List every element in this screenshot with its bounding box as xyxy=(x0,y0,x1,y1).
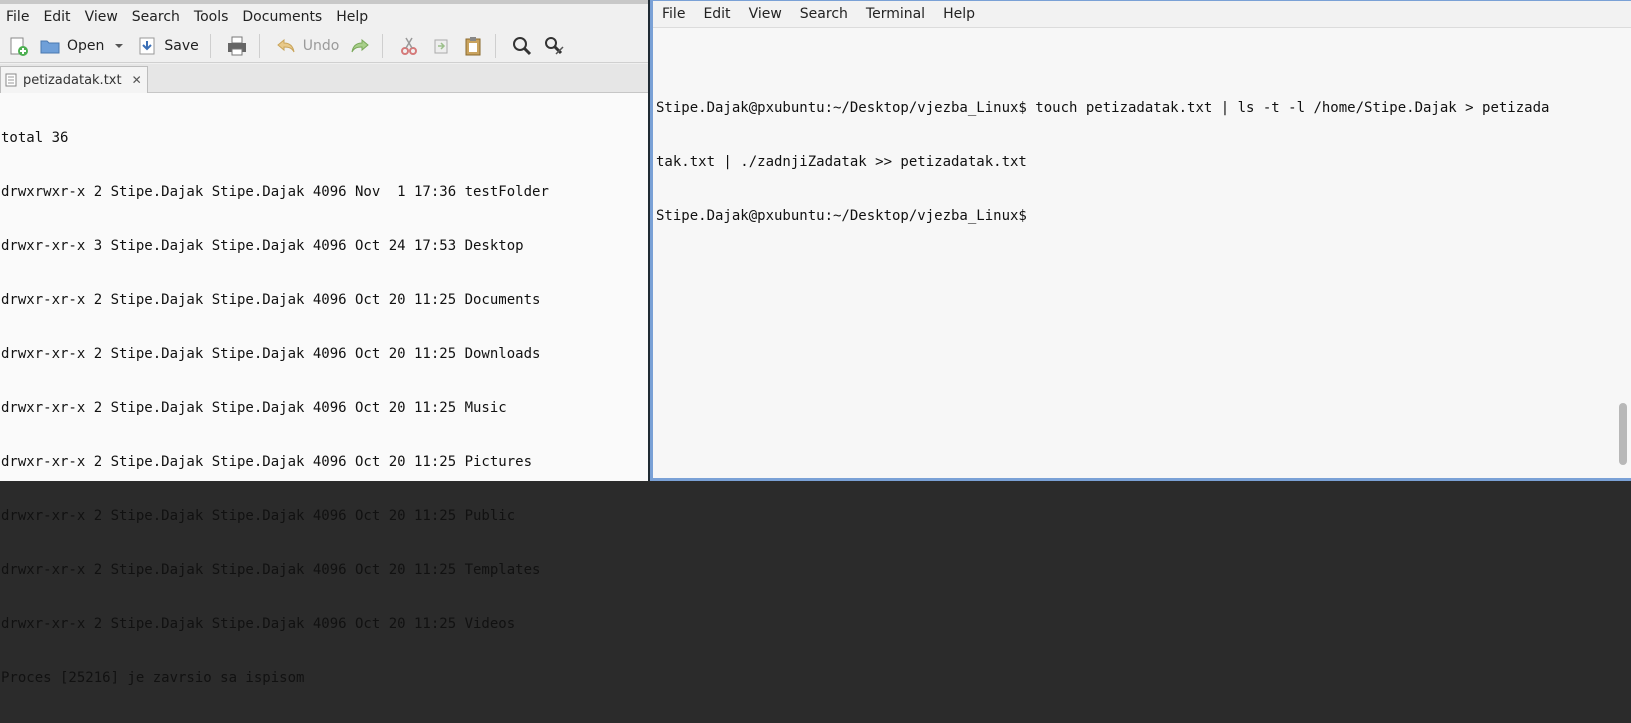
find-button[interactable] xyxy=(508,32,536,60)
terminal-menu-search[interactable]: Search xyxy=(791,6,857,22)
terminal-output[interactable]: Stipe.Dajak@pxubuntu:~/Desktop/vjezba_Li… xyxy=(656,63,1616,261)
editor-menubar: File Edit View Search Tools Documents He… xyxy=(0,4,648,30)
printer-icon xyxy=(227,36,246,56)
redo-button[interactable] xyxy=(346,32,374,60)
save-download-icon xyxy=(139,37,155,55)
terminal-line: Stipe.Dajak@pxubuntu:~/Desktop/vjezba_Li… xyxy=(656,100,1550,116)
editor-menu-documents[interactable]: Documents xyxy=(236,9,330,25)
clipboard-paste-icon xyxy=(465,37,481,56)
undo-label: Undo xyxy=(302,38,340,54)
text-line: total 36 xyxy=(1,130,69,146)
find-replace-button[interactable] xyxy=(540,32,568,60)
text-file-icon xyxy=(5,73,17,87)
toolbar-separator xyxy=(258,34,260,58)
editor-menu-edit[interactable]: Edit xyxy=(37,9,78,25)
editor-menu-view[interactable]: View xyxy=(79,9,126,25)
copy-button[interactable] xyxy=(427,32,455,60)
terminal-menubar: File Edit View Search Terminal Help xyxy=(653,1,1631,28)
search-icon xyxy=(513,37,532,56)
text-editor-window: File Edit View Search Tools Documents He… xyxy=(0,0,648,686)
scrollbar-thumb[interactable] xyxy=(1619,403,1627,465)
save-label: Save xyxy=(164,38,199,54)
editor-menu-file[interactable]: File xyxy=(0,9,37,25)
editor-menu-help[interactable]: Help xyxy=(330,9,376,25)
text-line: drwxr-xr-x 2 Stipe.Dajak Stipe.Dajak 409… xyxy=(1,400,507,416)
text-line: drwxr-xr-x 3 Stipe.Dajak Stipe.Dajak 409… xyxy=(1,238,524,254)
terminal-line: tak.txt | ./zadnjiZadatak >> petizadatak… xyxy=(656,154,1027,170)
terminal-window: File Edit View Search Terminal Help Stip… xyxy=(650,0,1631,481)
save-button[interactable]: Save xyxy=(133,32,201,60)
editor-tab-bar: petizadatak.txt ✕ xyxy=(0,64,648,93)
text-line: drwxr-xr-x 2 Stipe.Dajak Stipe.Dajak 409… xyxy=(1,454,533,470)
paste-button[interactable] xyxy=(459,32,487,60)
editor-text-area[interactable]: total 36 drwxrwxr-x 2 Stipe.Dajak Stipe.… xyxy=(0,93,648,686)
text-line: drwxr-xr-x 2 Stipe.Dajak Stipe.Dajak 409… xyxy=(1,346,541,362)
text-line: Proces [25216] je zavrsio sa ispisom xyxy=(1,670,305,686)
copy-icon xyxy=(434,39,448,54)
toolbar-separator xyxy=(209,34,211,58)
terminal-line: Stipe.Dajak@pxubuntu:~/Desktop/vjezba_Li… xyxy=(656,208,1027,224)
tab-label: petizadatak.txt xyxy=(23,72,122,88)
text-line: drwxr-xr-x 2 Stipe.Dajak Stipe.Dajak 409… xyxy=(1,292,541,308)
editor-menu-tools[interactable]: Tools xyxy=(188,9,237,25)
terminal-menu-terminal[interactable]: Terminal xyxy=(857,6,934,22)
terminal-scrollbar[interactable] xyxy=(1617,29,1627,477)
print-button[interactable] xyxy=(223,32,251,60)
folder-open-icon xyxy=(40,40,60,54)
text-line: drwxrwxr-x 2 Stipe.Dajak Stipe.Dajak 409… xyxy=(1,184,549,200)
new-document-icon xyxy=(10,37,28,56)
text-line: drwxr-xr-x 2 Stipe.Dajak Stipe.Dajak 409… xyxy=(1,508,516,524)
terminal-menu-view[interactable]: View xyxy=(740,6,791,22)
terminal-menu-file[interactable]: File xyxy=(653,6,694,22)
toolbar-separator xyxy=(495,34,497,58)
cut-button[interactable] xyxy=(395,32,423,60)
redo-arrow-icon xyxy=(351,38,370,53)
terminal-menu-edit[interactable]: Edit xyxy=(694,6,739,22)
close-icon[interactable]: ✕ xyxy=(132,73,142,87)
open-button[interactable]: Open xyxy=(36,32,129,60)
chevron-down-icon[interactable] xyxy=(112,39,126,53)
find-replace-icon xyxy=(545,37,564,55)
terminal-menu-help[interactable]: Help xyxy=(934,6,984,22)
text-line: drwxr-xr-x 2 Stipe.Dajak Stipe.Dajak 409… xyxy=(1,562,541,578)
tab-petizadatak[interactable]: petizadatak.txt ✕ xyxy=(0,66,148,93)
text-line: drwxr-xr-x 2 Stipe.Dajak Stipe.Dajak 409… xyxy=(1,616,516,632)
open-label: Open xyxy=(67,38,105,54)
editor-toolbar: Open Save Undo xyxy=(0,30,648,63)
undo-button[interactable]: Undo xyxy=(272,32,343,60)
undo-arrow-icon xyxy=(277,38,295,53)
new-button[interactable] xyxy=(4,32,32,60)
scissors-icon xyxy=(401,37,418,55)
editor-menu-search[interactable]: Search xyxy=(126,9,188,25)
toolbar-separator xyxy=(382,34,384,58)
